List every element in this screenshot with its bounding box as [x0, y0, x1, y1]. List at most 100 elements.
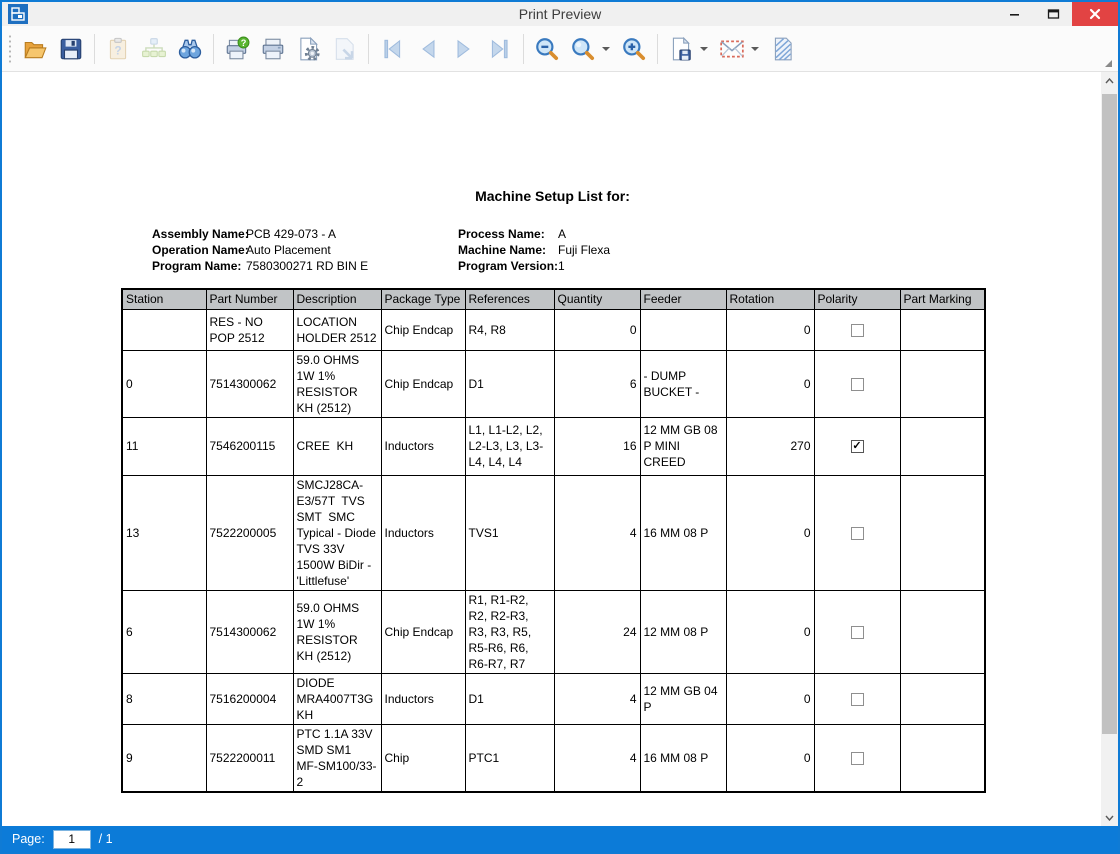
report-info-row: Program Name:7580300271 RD BIN EProgram …: [152, 258, 984, 274]
page-number-input[interactable]: [53, 830, 91, 849]
cell-rotation: 270: [726, 417, 814, 475]
cell-part-number: 7514300062: [206, 590, 293, 673]
scroll-down-icon[interactable]: [1101, 809, 1118, 826]
cell-description: DIODE MRA4007T3G KH: [293, 673, 381, 724]
cell-station: 0: [122, 350, 206, 417]
page-settings-icon: [296, 36, 322, 62]
cell-package-type: Chip Endcap: [381, 350, 465, 417]
zoom-in-button[interactable]: [616, 30, 652, 68]
cell-references: L1, L1-L2, L2, L2-L3, L3, L3-L4, L4, L4: [465, 417, 554, 475]
clipboard-help-button[interactable]: ?: [100, 30, 136, 68]
save-icon: [58, 36, 84, 62]
zoom-dropdown-icon[interactable]: [602, 47, 610, 51]
polarity-checkbox: [851, 752, 864, 765]
save-button[interactable]: [53, 30, 89, 68]
email-dropdown-icon[interactable]: [751, 47, 759, 51]
cell-package-type: Inductors: [381, 417, 465, 475]
zoom-out-icon: [534, 36, 560, 62]
next-page-button[interactable]: [446, 30, 482, 68]
hierarchy-button[interactable]: [136, 30, 172, 68]
first-page-button[interactable]: [374, 30, 410, 68]
email-button[interactable]: [714, 30, 750, 68]
email-icon: [719, 36, 745, 62]
watermark-icon: [770, 36, 796, 62]
column-header-feeder: Feeder: [640, 289, 726, 309]
export-dropdown-icon[interactable]: [700, 47, 708, 51]
cell-station: [122, 309, 206, 350]
cell-description: CREE KH: [293, 417, 381, 475]
cell-feeder: [640, 309, 726, 350]
close-button[interactable]: [1072, 2, 1118, 26]
report-info-row: Assembly Name:PCB 429-073 - AProcess Nam…: [152, 226, 984, 242]
polarity-checkbox: [851, 324, 864, 337]
cell-rotation: 0: [726, 673, 814, 724]
info-value: 7580300271 RD BIN E: [246, 258, 458, 274]
column-header-description: Description: [293, 289, 381, 309]
cell-polarity: [814, 475, 900, 590]
resize-page-button[interactable]: [327, 30, 363, 68]
toolbar-overflow-icon[interactable]: [1105, 60, 1112, 67]
table-row: 6751430006259.0 OHMS 1W 1% RESISTOR KH (…: [122, 590, 985, 673]
table-row: 137522200005SMCJ28CA-E3/57T TVS SMT SMC …: [122, 475, 985, 590]
export-button[interactable]: [663, 30, 699, 68]
cell-package-type: Inductors: [381, 673, 465, 724]
info-label: Process Name:: [458, 226, 558, 242]
binoculars-icon: [177, 36, 203, 62]
toolbar-grip[interactable]: [8, 34, 13, 64]
polarity-checkbox: [851, 378, 864, 391]
nav-first-icon: [379, 36, 405, 62]
cell-quantity: 16: [554, 417, 640, 475]
cell-rotation: 0: [726, 350, 814, 417]
column-header-package-type: Package Type: [381, 289, 465, 309]
zoom-in-icon: [621, 36, 647, 62]
printer-icon: [260, 36, 286, 62]
cell-quantity: 6: [554, 350, 640, 417]
cell-part-number: 7522200011: [206, 724, 293, 792]
cell-station: 8: [122, 673, 206, 724]
print-preview-window: Print Preview ?? Machine Setup List for:…: [0, 0, 1120, 854]
table-row: RES - NO POP 2512LOCATION HOLDER 2512Chi…: [122, 309, 985, 350]
page-total: / 1: [99, 832, 113, 846]
export-icon: [668, 36, 694, 62]
table-row: 87516200004DIODE MRA4007T3G KHInductorsD…: [122, 673, 985, 724]
statusbar: Page: / 1: [2, 826, 1118, 852]
table-row: 0751430006259.0 OHMS 1W 1% RESISTOR KH (…: [122, 350, 985, 417]
print-button[interactable]: [255, 30, 291, 68]
watermark-button[interactable]: [765, 30, 801, 68]
minimize-button[interactable]: [996, 2, 1034, 26]
hierarchy-icon: [141, 36, 167, 62]
page-settings-button[interactable]: [291, 30, 327, 68]
report-title: Machine Setup List for:: [121, 188, 984, 204]
cell-references: D1: [465, 350, 554, 417]
nav-prev-icon: [415, 36, 441, 62]
toolbar-separator: [657, 34, 658, 64]
report-info-row: Operation Name:Auto PlacementMachine Nam…: [152, 242, 984, 258]
cell-quantity: 4: [554, 673, 640, 724]
cell-references: PTC1: [465, 724, 554, 792]
zoom-out-button[interactable]: [529, 30, 565, 68]
titlebar: Print Preview: [2, 2, 1118, 26]
last-page-button[interactable]: [482, 30, 518, 68]
info-label: Machine Name:: [458, 242, 558, 258]
find-button[interactable]: [172, 30, 208, 68]
cell-description: LOCATION HOLDER 2512: [293, 309, 381, 350]
maximize-button[interactable]: [1034, 2, 1072, 26]
cell-part-marking: [900, 475, 985, 590]
cell-station: 6: [122, 590, 206, 673]
open-button[interactable]: [17, 30, 53, 68]
zoom-button[interactable]: [565, 30, 601, 68]
cell-quantity: 0: [554, 309, 640, 350]
cell-references: R1, R1-R2, R2, R2-R3, R3, R3, R5, R5-R6,…: [465, 590, 554, 673]
scroll-up-icon[interactable]: [1101, 72, 1118, 89]
vertical-scrollbar[interactable]: [1101, 72, 1118, 826]
column-header-station: Station: [122, 289, 206, 309]
scrollbar-thumb[interactable]: [1102, 94, 1117, 734]
previous-page-button[interactable]: [410, 30, 446, 68]
print-with-help-button[interactable]: ?: [219, 30, 255, 68]
cell-quantity: 24: [554, 590, 640, 673]
machine-setup-table: StationPart NumberDescriptionPackage Typ…: [121, 288, 986, 793]
zoom-icon: [570, 36, 596, 62]
info-label: Assembly Name:: [152, 226, 246, 242]
cell-package-type: Chip Endcap: [381, 309, 465, 350]
cell-part-number: 7522200005: [206, 475, 293, 590]
